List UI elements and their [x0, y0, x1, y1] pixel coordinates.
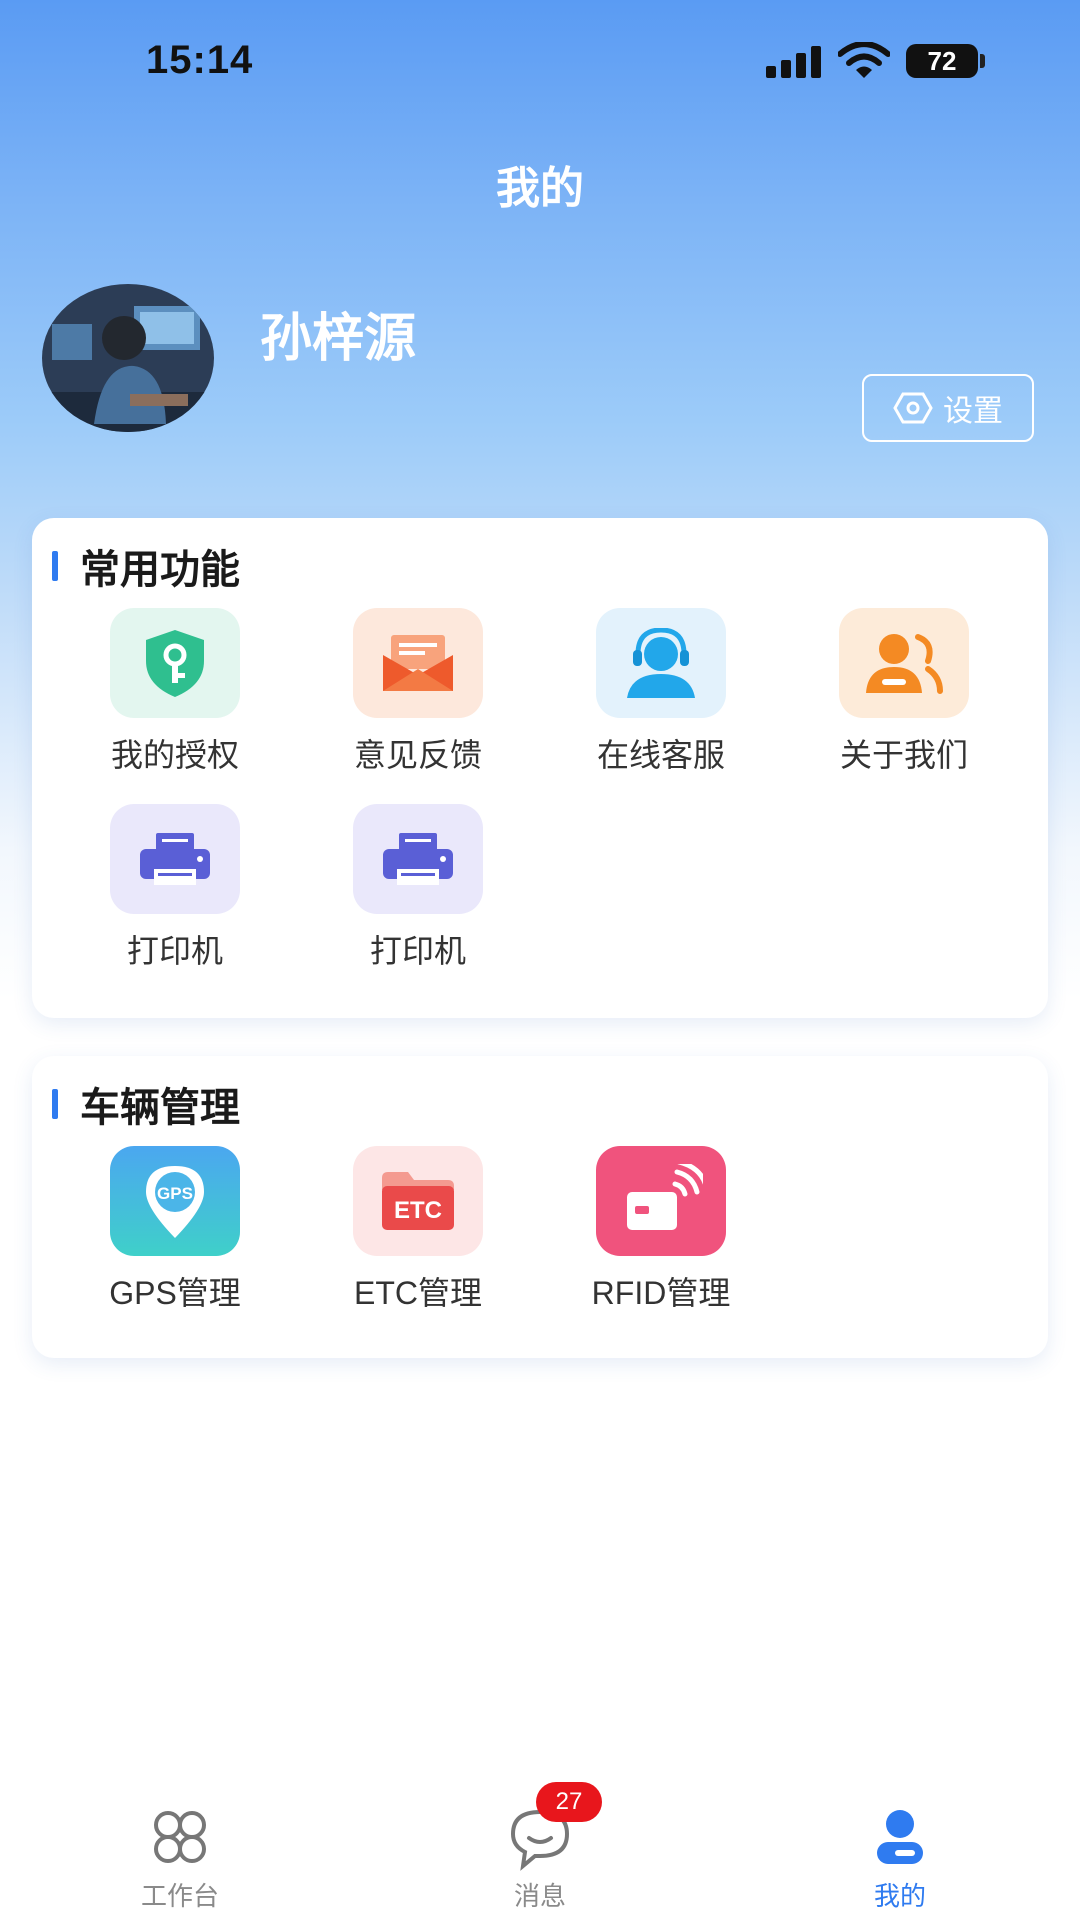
section-header: 车辆管理	[52, 1082, 240, 1130]
tile-label: 我的授权	[110, 737, 239, 773]
section-title: 常用功能	[80, 548, 240, 592]
status-time: 15:14	[146, 38, 254, 82]
etc-icon-text: ETC	[394, 1197, 442, 1224]
people-icon	[839, 608, 969, 718]
settings-icon	[893, 392, 933, 424]
gps-icon-text: GPS	[157, 1184, 193, 1203]
user-name: 孙梓源	[260, 310, 417, 368]
tile-label: 在线客服	[596, 737, 725, 773]
tile-label: 意见反馈	[353, 737, 482, 773]
section-title: 车辆管理	[80, 1086, 240, 1130]
tile-feedback[interactable]: 意见反馈	[318, 608, 518, 776]
tile-label: 关于我们	[839, 737, 968, 773]
nav-label: 消息	[513, 1881, 566, 1911]
wifi-icon	[838, 42, 890, 78]
shield-key-icon	[110, 608, 240, 718]
section-accent-bar	[52, 551, 58, 581]
vehicle-management-card: 车辆管理 GPS GPS管理 ETC ETC管理 RFID管理	[32, 1056, 1048, 1358]
nav-label: 我的	[873, 1881, 926, 1911]
tile-gps-management[interactable]: GPS GPS管理	[75, 1146, 275, 1314]
tile-online-service[interactable]: 在线客服	[561, 608, 761, 776]
tile-label: GPS管理	[109, 1275, 241, 1311]
tile-my-authorization[interactable]: 我的授权	[75, 608, 275, 776]
avatar-illustration	[42, 284, 214, 432]
battery-indicator: 72	[906, 44, 978, 78]
user-icon	[865, 1802, 935, 1872]
tile-about-us[interactable]: 关于我们	[804, 608, 1004, 776]
section-accent-bar	[52, 1089, 58, 1119]
message-count-badge: 27	[536, 1782, 602, 1822]
tile-label: 打印机	[126, 933, 223, 969]
etc-folder-icon: ETC	[353, 1146, 483, 1256]
battery-tip	[980, 54, 985, 68]
workbench-icon	[145, 1802, 215, 1872]
settings-button[interactable]: 设置	[862, 374, 1034, 442]
settings-label: 设置	[943, 395, 1003, 428]
nav-item-workbench[interactable]: 工作台	[80, 1802, 280, 1913]
section-header: 常用功能	[52, 544, 240, 592]
rfid-card-icon	[596, 1146, 726, 1256]
nav-item-messages[interactable]: 消息	[440, 1802, 640, 1913]
tile-printer-2[interactable]: 打印机	[318, 804, 518, 972]
tile-label: RFID管理	[591, 1275, 731, 1311]
status-bar: 15:14 72	[0, 0, 1080, 120]
printer-icon	[110, 804, 240, 914]
tile-etc-management[interactable]: ETC ETC管理	[318, 1146, 518, 1314]
tile-label: 打印机	[369, 933, 466, 969]
signal-icon	[766, 46, 821, 78]
printer-icon	[353, 804, 483, 914]
tile-label: ETC管理	[353, 1275, 482, 1311]
nav-item-mine[interactable]: 我的	[800, 1802, 1000, 1913]
avatar[interactable]	[42, 284, 214, 432]
gps-pin-icon: GPS	[110, 1146, 240, 1256]
envelope-icon	[353, 608, 483, 718]
common-functions-card: 常用功能 我的授权 意见反馈 在线客服 关于我们 打印机 打印机	[32, 518, 1048, 1018]
tile-rfid-management[interactable]: RFID管理	[561, 1146, 761, 1314]
nav-label: 工作台	[140, 1881, 219, 1911]
headset-agent-icon	[596, 608, 726, 718]
tile-printer-1[interactable]: 打印机	[75, 804, 275, 972]
page-title: 我的	[496, 164, 584, 213]
